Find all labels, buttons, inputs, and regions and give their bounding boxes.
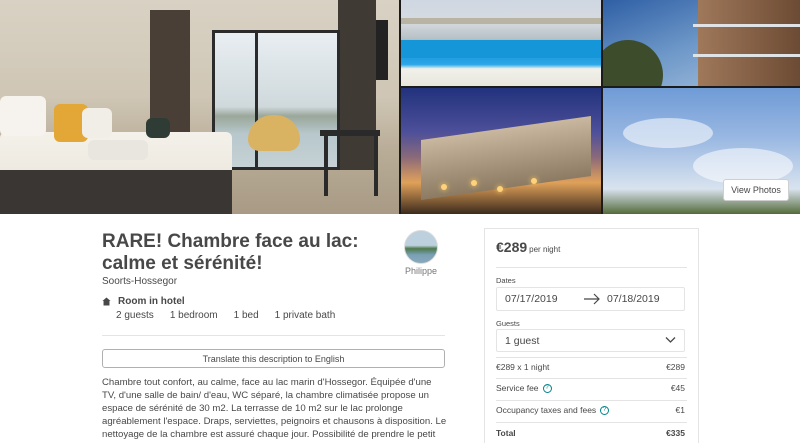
photo-gallery: View Photos <box>0 0 800 214</box>
light <box>497 186 503 192</box>
light <box>441 184 447 190</box>
light <box>471 180 477 186</box>
check-out-date[interactable]: 07/18/2019 <box>607 293 660 305</box>
photo-pool[interactable] <box>401 0 601 86</box>
fact-beds: 1 bed <box>233 310 259 321</box>
guests-value: 1 guest <box>505 334 540 347</box>
towels <box>88 140 148 160</box>
listing-description: Chambre tout confort, au calme, face au … <box>102 377 447 443</box>
pool-water <box>401 40 601 58</box>
pillow <box>82 108 112 138</box>
desk-leg <box>324 136 328 196</box>
card-divider <box>496 357 687 358</box>
cloud <box>623 118 713 148</box>
photo-building-balcony[interactable] <box>603 0 800 86</box>
guests-label: Guests <box>496 319 520 328</box>
balcony-rail <box>693 54 800 57</box>
total-label: Total <box>496 428 516 438</box>
pillow <box>0 96 46 136</box>
card-divider <box>496 378 687 379</box>
taxes-value: €1 <box>675 405 685 416</box>
fact-baths: 1 private bath <box>274 310 336 321</box>
guests-select[interactable]: 1 guest <box>496 329 685 352</box>
photo-hotel-room[interactable] <box>0 0 399 214</box>
per-night-label: per night <box>529 245 561 254</box>
card-divider <box>496 400 687 401</box>
nights-label: €289 x 1 night <box>496 362 550 372</box>
info-icon[interactable]: ? <box>542 384 552 394</box>
tree <box>603 40 663 86</box>
check-in-date[interactable]: 07/17/2019 <box>505 293 558 305</box>
fact-bedrooms: 1 bedroom <box>169 310 218 321</box>
view-photos-button[interactable]: View Photos <box>723 179 789 201</box>
price-per-night: €289 per night <box>496 239 560 255</box>
divider <box>102 335 445 336</box>
light <box>531 178 537 184</box>
price-line-total: Total €335 <box>496 428 685 438</box>
listing-location[interactable]: Soorts-Hossegor <box>102 276 177 287</box>
price-line-taxes: Occupancy taxes and fees? €1 <box>496 405 685 416</box>
service-fee-label: Service fee <box>496 383 539 393</box>
pool-deck <box>401 18 601 24</box>
listing-facts: 2 guests 1 bedroom 1 bed 1 private bath <box>116 310 351 321</box>
room-type-row: Room in hotel <box>102 296 185 307</box>
fact-guests: 2 guests <box>116 310 154 321</box>
info-icon[interactable]: ? <box>600 406 610 416</box>
service-fee-value: €45 <box>670 383 685 394</box>
pillow-dark <box>146 118 170 138</box>
total-value: €335 <box>666 428 685 438</box>
tv <box>376 20 388 80</box>
price-value: €289 <box>496 239 528 255</box>
host-avatar[interactable] <box>404 230 438 264</box>
price-line-nights: €289 x 1 night €289 <box>496 362 685 372</box>
building-facade <box>698 0 800 86</box>
dates-label: Dates <box>496 276 516 285</box>
taxes-label: Occupancy taxes and fees <box>496 405 597 415</box>
bed-base <box>0 170 232 214</box>
nights-value: €289 <box>666 362 685 372</box>
desk <box>320 130 380 136</box>
home-icon <box>102 297 111 306</box>
host-name[interactable]: Philippe <box>400 266 442 276</box>
balcony-rail <box>693 24 800 27</box>
arrow-right-icon <box>584 293 600 305</box>
photo-hotel-dusk[interactable] <box>401 88 601 214</box>
chevron-down-icon <box>665 337 676 343</box>
room-type: Room in hotel <box>118 296 185 307</box>
price-line-service-fee: Service fee? €45 <box>496 383 685 394</box>
curtain-right <box>338 0 376 170</box>
card-divider <box>496 267 687 268</box>
card-divider <box>496 422 687 423</box>
translate-button[interactable]: Translate this description to English <box>102 349 445 368</box>
listing-title: RARE! Chambre face au lac: calme et séré… <box>102 231 359 274</box>
booking-card: €289 per night Dates 07/17/2019 07/18/201… <box>484 228 699 443</box>
dates-picker: 07/17/2019 07/18/2019 <box>496 287 685 311</box>
desk-leg <box>374 136 378 196</box>
